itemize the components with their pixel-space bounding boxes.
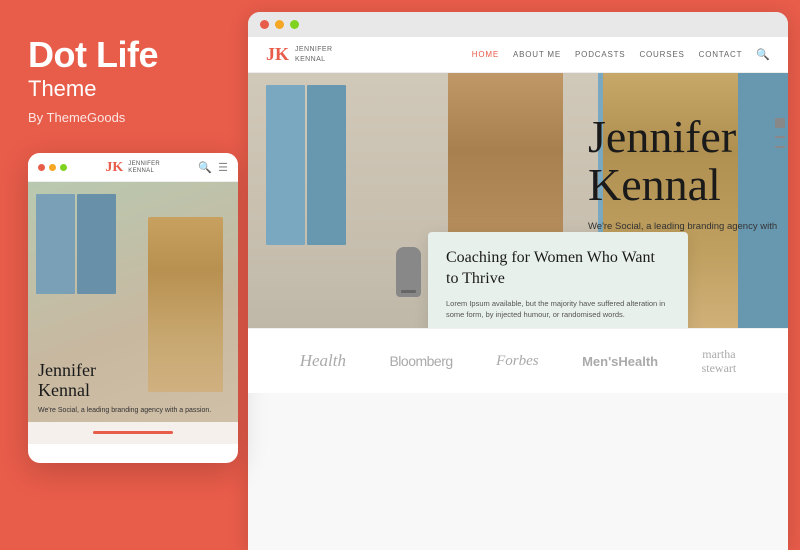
hero-text-overlay: Jennifer Kennal We're Social, a leading … (588, 113, 788, 248)
desktop-hero: Jennifer Kennal We're Social, a leading … (248, 73, 788, 328)
brand-title: Dot Life (28, 36, 220, 74)
shutter-right (77, 194, 116, 294)
desktop-chrome-bar (248, 12, 788, 37)
desktop-jk-logo: JK (266, 44, 289, 65)
mobile-mockup: JK JENNIFER KENNAL 🔍 ☰ (28, 153, 238, 463)
mobile-logo: JK JENNIFER KENNAL (105, 160, 160, 176)
mobile-window (36, 194, 116, 294)
logos-bar: Health Bloomberg Forbes Men'sHealth mart… (248, 328, 788, 393)
card-title: Coaching for Women Who Want to Thrive (446, 248, 670, 290)
mobile-dot-yellow (49, 164, 56, 171)
desktop-logo: JK JENNIFER KENNAL (266, 44, 332, 65)
desktop-navbar: JK JENNIFER KENNAL HOME ABOUT ME PODCAST… (248, 37, 788, 73)
logo-bloomberg: Bloomberg (389, 353, 452, 369)
mobile-logo-text: JENNIFER KENNAL (128, 161, 160, 175)
nav-link-home[interactable]: HOME (472, 50, 499, 59)
desktop-search-icon[interactable]: 🔍 (756, 48, 770, 61)
chrome-dot-red (260, 20, 269, 29)
brand-by: By ThemeGoods (28, 110, 220, 125)
mobile-menu-icon[interactable]: ☰ (218, 161, 228, 174)
mobile-top-bar: JK JENNIFER KENNAL 🔍 ☰ (28, 153, 238, 182)
shutter-left (36, 194, 75, 294)
mobile-dot-red (38, 164, 45, 171)
desktop-nav-links: HOME ABOUT ME PODCASTS COURSES CONTACT 🔍 (472, 48, 770, 61)
nav-link-courses[interactable]: COURSES (639, 50, 684, 59)
mobile-jk-logo: JK (105, 160, 123, 176)
chrome-dot-yellow (275, 20, 284, 29)
logo-menshealth: Men'sHealth (582, 354, 658, 369)
left-panel: Dot Life Theme By ThemeGoods JK JENNIFER… (0, 0, 248, 550)
hero-shutters-group (266, 85, 346, 245)
logo-martha: martha stewart (702, 347, 737, 376)
card-description: Lorem Ipsum available, but the majority … (446, 298, 670, 321)
logo-health: Health (300, 351, 346, 371)
coaching-card: Coaching for Women Who Want to Thrive Lo… (428, 232, 688, 328)
mobile-dot-green (60, 164, 67, 171)
desktop-content: Jennifer Kennal We're Social, a leading … (248, 73, 788, 550)
mobile-bottom-strip (28, 422, 238, 444)
mobile-hero-desc: We're Social, a leading branding agency … (38, 406, 228, 416)
nav-link-about[interactable]: ABOUT ME (513, 50, 561, 59)
logo-forbes: Forbes (496, 353, 539, 370)
microphone-decoration (396, 247, 421, 297)
shutter-1 (266, 85, 305, 245)
chrome-dot-green (290, 20, 299, 29)
mobile-hero-image: Jennifer Kennal We're Social, a leading … (28, 182, 238, 422)
mobile-text-overlay: Jennifer Kennal We're Social, a leading … (28, 353, 238, 421)
mobile-hero-name: Jennifer Kennal (38, 361, 228, 401)
nav-link-podcasts[interactable]: PODCASTS (575, 50, 625, 59)
mobile-search-icon[interactable]: 🔍 (198, 161, 212, 174)
brand-subtitle: Theme (28, 76, 220, 102)
mobile-nav-icons: 🔍 ☰ (198, 161, 228, 174)
desktop-logo-text: JENNIFER KENNAL (295, 45, 332, 63)
mobile-window-controls (38, 164, 67, 171)
mobile-bottom-indicator (93, 431, 173, 434)
desktop-mockup: JK JENNIFER KENNAL HOME ABOUT ME PODCAST… (248, 12, 788, 550)
shutter-2 (307, 85, 346, 245)
nav-link-contact[interactable]: CONTACT (699, 50, 743, 59)
mic-base (401, 290, 416, 293)
hero-name: Jennifer Kennal (588, 113, 788, 210)
